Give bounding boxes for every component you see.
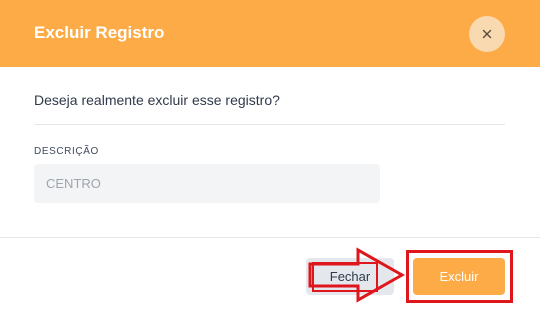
dialog-title: Excluir Registro	[34, 23, 165, 42]
description-label: DESCRIÇÃO	[34, 146, 99, 157]
close-dialog-button[interactable]	[469, 16, 505, 52]
close-button[interactable]: Fechar	[306, 258, 394, 295]
confirmation-question: Deseja realmente excluir esse registro?	[34, 92, 280, 108]
dialog-header: Excluir Registro	[0, 0, 540, 67]
description-field[interactable]	[34, 164, 380, 203]
delete-record-dialog: Excluir Registro Deseja realmente exclui…	[0, 0, 540, 315]
delete-button[interactable]: Excluir	[413, 258, 505, 295]
divider	[34, 124, 505, 125]
close-icon	[482, 29, 492, 39]
footer-divider	[0, 237, 540, 238]
